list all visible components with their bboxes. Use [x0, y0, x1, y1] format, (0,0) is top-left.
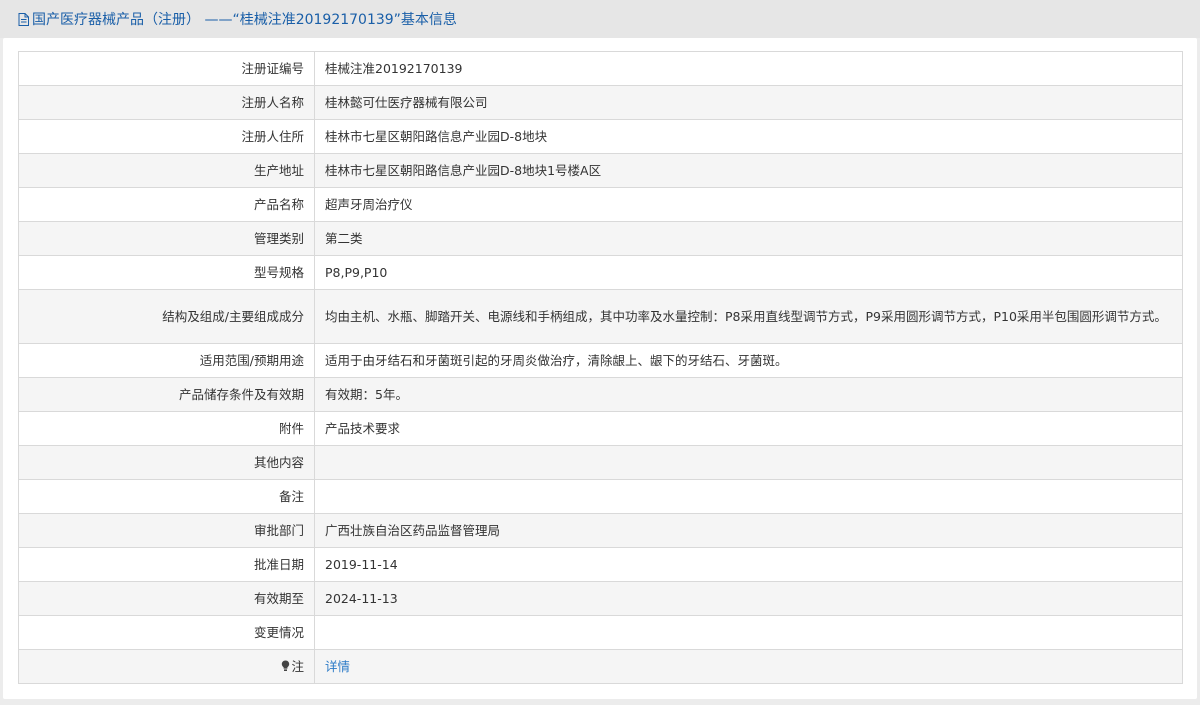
table-row: 变更情况: [18, 615, 1183, 650]
table-row: 有效期至 2024-11-13: [18, 581, 1183, 616]
field-value: 桂林懿可仕医疗器械有限公司: [314, 85, 1183, 120]
field-value: 2019-11-14: [314, 547, 1183, 582]
table-row: 审批部门 广西壮族自治区药品监督管理局: [18, 513, 1183, 548]
field-value: 桂械注准20192170139: [314, 51, 1183, 86]
table-row: 注册证编号 桂械注准20192170139: [18, 51, 1183, 86]
table-row: 生产地址 桂林市七星区朝阳路信息产业园D-8地块1号楼A区: [18, 153, 1183, 188]
field-value: [314, 479, 1183, 514]
field-label: 产品名称: [18, 187, 315, 222]
details-link[interactable]: 详情: [325, 659, 350, 674]
field-value: 桂林市七星区朝阳路信息产业园D-8地块: [314, 119, 1183, 154]
field-value: 均由主机、水瓶、脚踏开关、电源线和手柄组成，其中功率及水量控制：P8采用直线型调…: [314, 289, 1183, 344]
field-value: 超声牙周治疗仪: [314, 187, 1183, 222]
field-label: 审批部门: [18, 513, 315, 548]
page: 国产医疗器械产品（注册） ——“桂械注准20192170139”基本信息 注册证…: [0, 0, 1200, 705]
note-value-cell: 详情: [314, 649, 1183, 684]
table-row: 附件 产品技术要求: [18, 411, 1183, 446]
table-row: 型号规格 P8,P9,P10: [18, 255, 1183, 290]
field-label: 适用范围/预期用途: [18, 343, 315, 378]
field-label: 型号规格: [18, 255, 315, 290]
field-label: 管理类别: [18, 221, 315, 256]
detail-panel: 注册证编号 桂械注准20192170139 注册人名称 桂林懿可仕医疗器械有限公司 注册…: [3, 38, 1197, 699]
table-row: 结构及组成/主要组成成分 均由主机、水瓶、脚踏开关、电源线和手柄组成，其中功率及水…: [18, 289, 1183, 344]
field-label: 变更情况: [18, 615, 315, 650]
note-label: 注: [291, 658, 304, 674]
table-row: 批准日期 2019-11-14: [18, 547, 1183, 582]
field-value: 桂林市七星区朝阳路信息产业园D-8地块1号楼A区: [314, 153, 1183, 188]
detail-table: 注册证编号 桂械注准20192170139 注册人名称 桂林懿可仕医疗器械有限公司 注册…: [18, 51, 1183, 684]
lightbulb-icon: [282, 660, 290, 671]
field-value: 产品技术要求: [314, 411, 1183, 446]
field-label: 产品储存条件及有效期: [18, 377, 315, 412]
field-value: 广西壮族自治区药品监督管理局: [314, 513, 1183, 548]
field-value: [314, 615, 1183, 650]
field-value: P8,P9,P10: [314, 255, 1183, 290]
field-label: 批准日期: [18, 547, 315, 582]
field-value: 有效期：5年。: [314, 377, 1183, 412]
field-label: 备注: [18, 479, 315, 514]
note-row: 注 详情: [18, 649, 1183, 684]
field-label: 注册人名称: [18, 85, 315, 120]
field-label: 注册证编号: [18, 51, 315, 86]
table-row: 注册人住所 桂林市七星区朝阳路信息产业园D-8地块: [18, 119, 1183, 154]
field-value: 第二类: [314, 221, 1183, 256]
detail-table-body: 注册证编号 桂械注准20192170139 注册人名称 桂林懿可仕医疗器械有限公司 注册…: [18, 51, 1183, 684]
table-row: 适用范围/预期用途 适用于由牙结石和牙菌斑引起的牙周炎做治疗，清除龈上、龈下的牙结…: [18, 343, 1183, 378]
field-label: 结构及组成/主要组成成分: [18, 289, 315, 344]
field-value: 2024-11-13: [314, 581, 1183, 616]
field-label: 注册人住所: [18, 119, 315, 154]
table-row: 注册人名称 桂林懿可仕医疗器械有限公司: [18, 85, 1183, 120]
table-row: 管理类别 第二类: [18, 221, 1183, 256]
document-icon: [18, 12, 29, 26]
note-label-cell: 注: [18, 649, 315, 684]
field-label: 其他内容: [18, 445, 315, 480]
field-label: 附件: [18, 411, 315, 446]
page-title: 国产医疗器械产品（注册） ——“桂械注准20192170139”基本信息: [32, 12, 457, 28]
field-value: [314, 445, 1183, 480]
table-row: 产品名称 超声牙周治疗仪: [18, 187, 1183, 222]
table-row: 备注: [18, 479, 1183, 514]
table-row: 其他内容: [18, 445, 1183, 480]
panel-header: 国产医疗器械产品（注册） ——“桂械注准20192170139”基本信息: [0, 0, 1200, 38]
field-label: 生产地址: [18, 153, 315, 188]
field-value: 适用于由牙结石和牙菌斑引起的牙周炎做治疗，清除龈上、龈下的牙结石、牙菌斑。: [314, 343, 1183, 378]
table-row: 产品储存条件及有效期 有效期：5年。: [18, 377, 1183, 412]
field-label: 有效期至: [18, 581, 315, 616]
